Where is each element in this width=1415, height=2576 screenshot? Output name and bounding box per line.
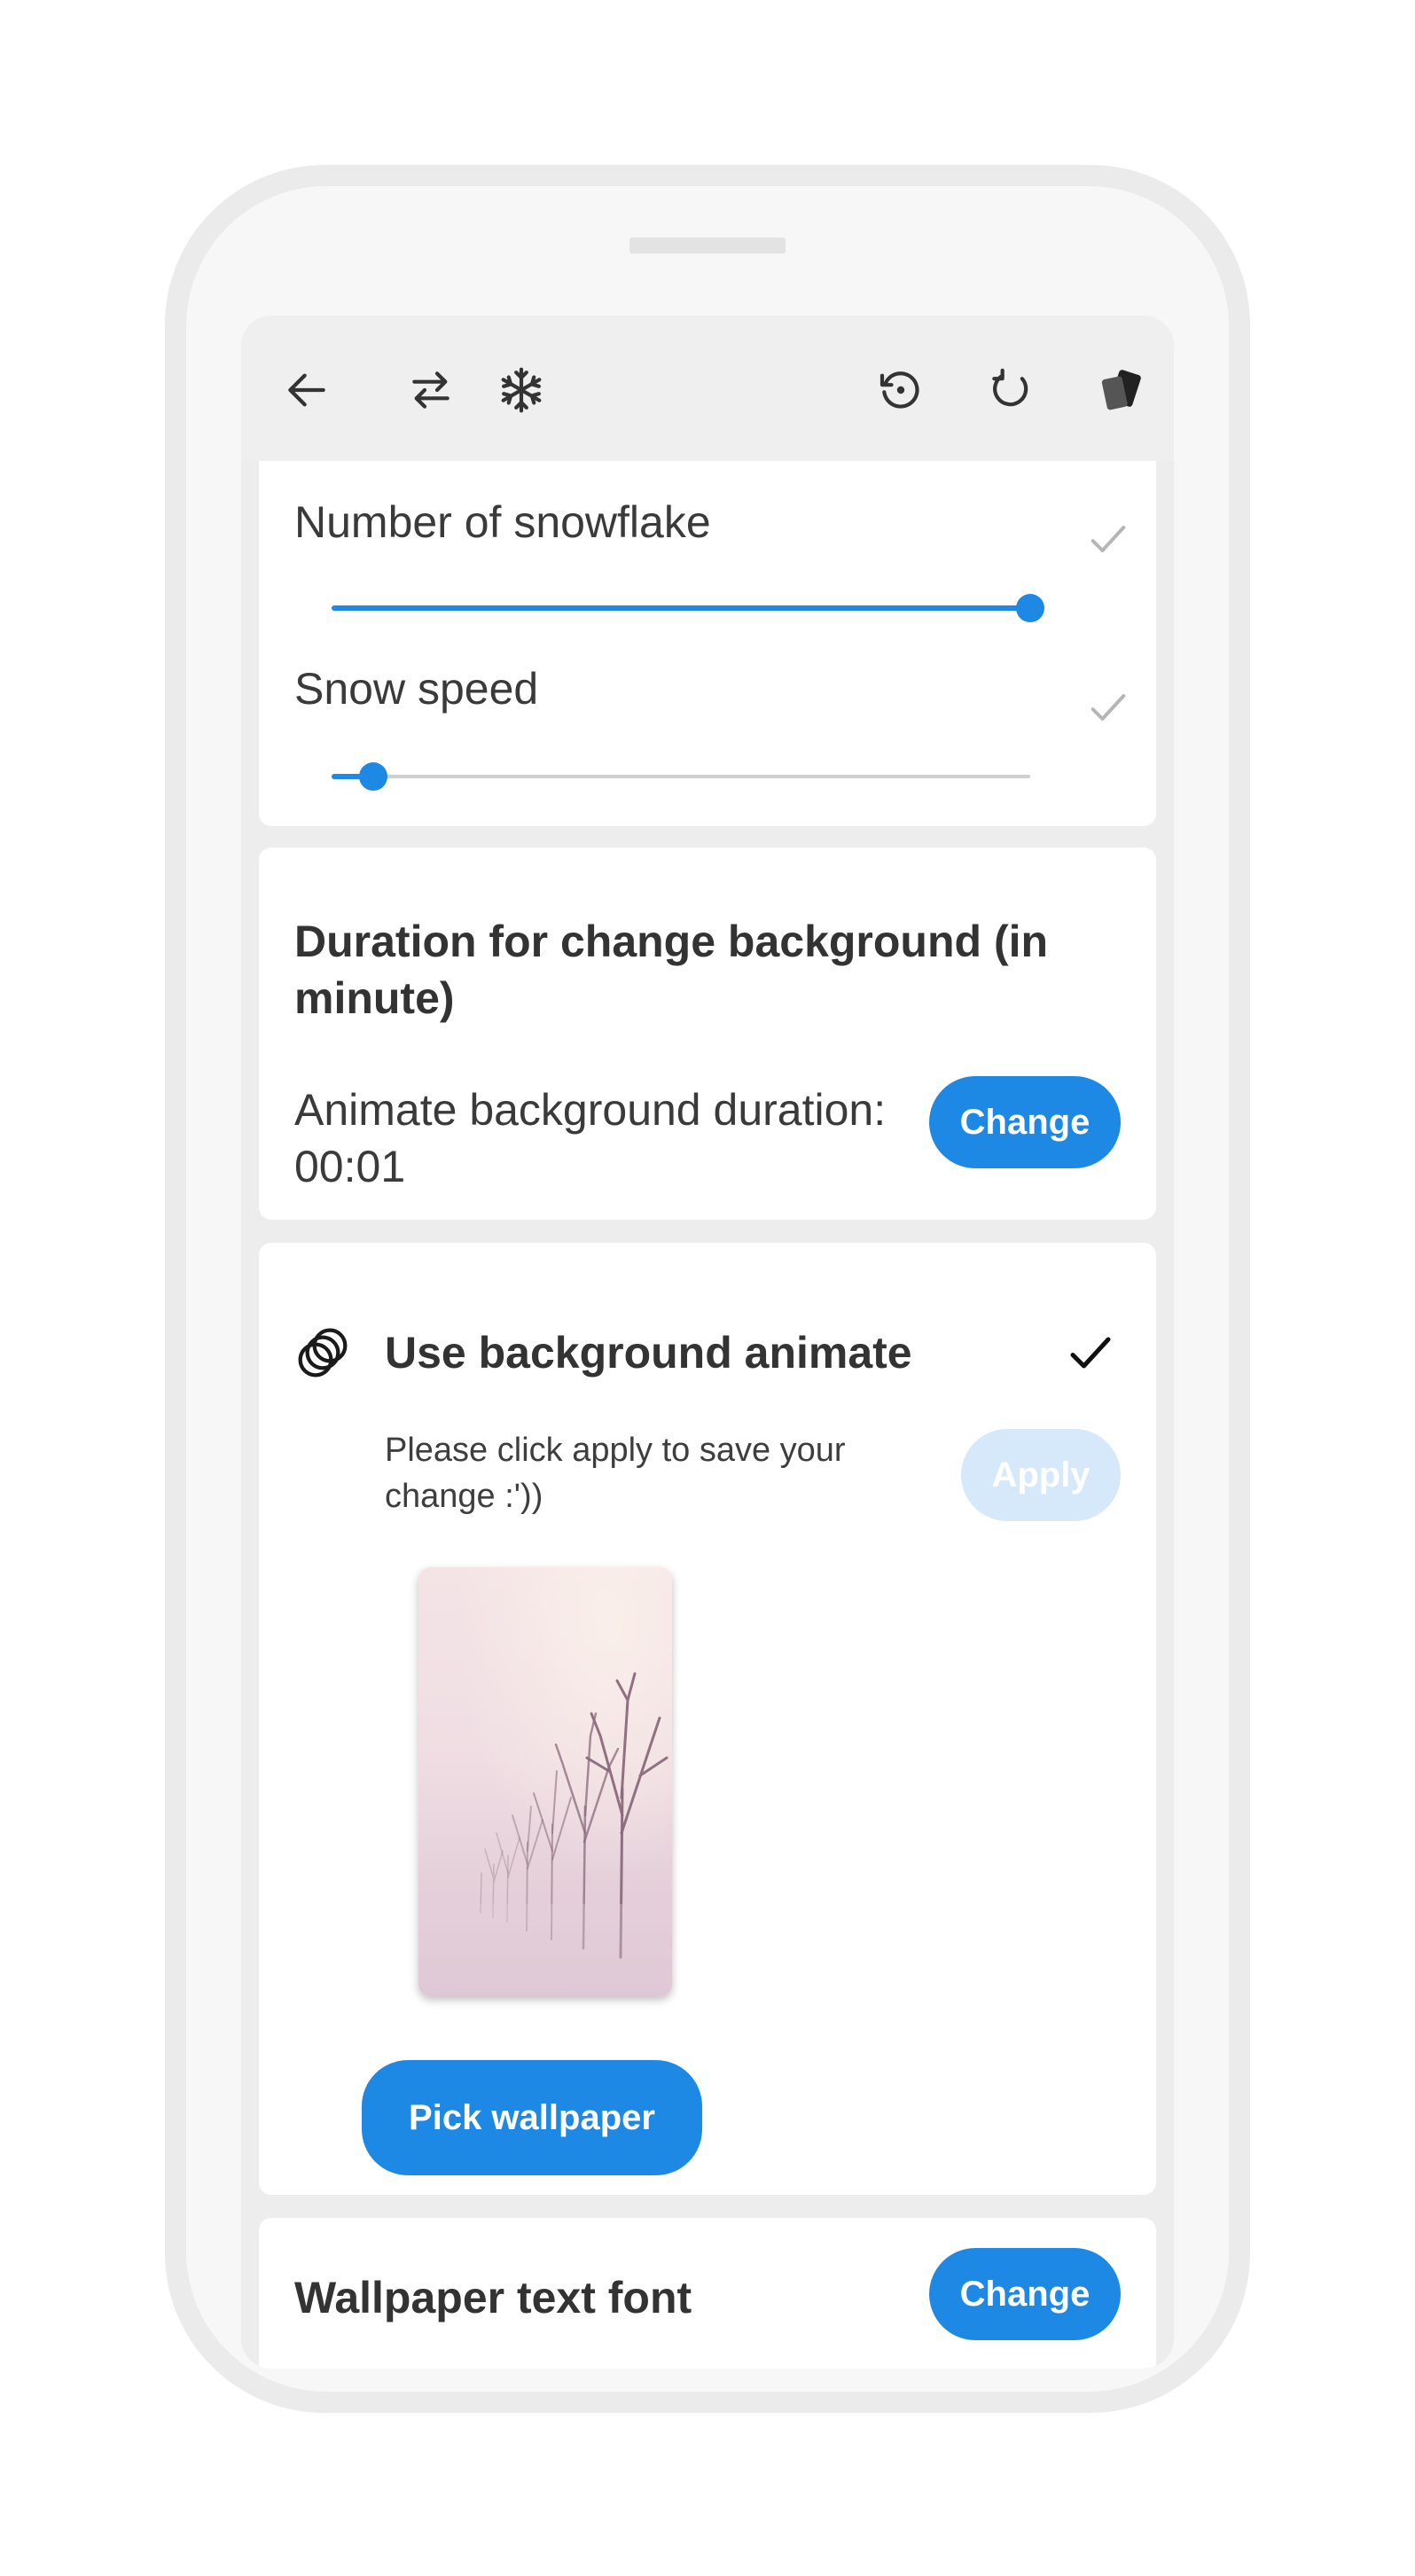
slider-track: [332, 775, 1030, 778]
pick-wallpaper-button[interactable]: Pick wallpaper: [362, 2060, 702, 2175]
settings-list: Number of snowflake Snow speed Duration …: [241, 461, 1174, 2369]
snow-speed-slider[interactable]: [332, 759, 1030, 794]
phone-speaker: [629, 238, 786, 254]
cards-icon[interactable]: [1092, 362, 1149, 418]
app-screen: Number of snowflake Snow speed Duration …: [241, 316, 1174, 2369]
change-font-button[interactable]: Change: [929, 2248, 1121, 2340]
apply-hint-text: Please click apply to save your change :…: [385, 1432, 846, 1515]
slider-fill: [332, 605, 1030, 611]
swap-icon[interactable]: [403, 362, 459, 418]
duration-description: Animate background duration: 00:01: [294, 1085, 887, 1191]
snowflake-count-label: Number of snowflake: [294, 497, 711, 547]
check-icon[interactable]: [1064, 1326, 1117, 1379]
animation-icon: [298, 1328, 348, 1378]
refresh-icon[interactable]: [982, 362, 1039, 418]
apply-button[interactable]: Apply: [961, 1429, 1121, 1521]
wallpaper-image: [418, 1567, 672, 1996]
duration-title: Duration for change background (in minut…: [294, 917, 1049, 1023]
wallpaper-preview[interactable]: [418, 1567, 672, 1996]
slider-thumb[interactable]: [1016, 594, 1044, 622]
background-animate-card: Use background animate Please click appl…: [259, 1243, 1156, 2195]
restore-icon[interactable]: [872, 362, 929, 418]
text-font-title: Wallpaper text font: [294, 2273, 692, 2322]
check-icon[interactable]: [1085, 684, 1131, 730]
text-font-card: Wallpaper text font Change: [259, 2218, 1156, 2369]
top-toolbar: [241, 316, 1174, 461]
snowflake-icon[interactable]: [493, 362, 550, 418]
snow-speed-label: Snow speed: [294, 664, 539, 714]
slider-thumb[interactable]: [359, 762, 388, 791]
app-screenshot: Number of snowflake Snow speed Duration …: [0, 0, 1415, 2576]
back-arrow-icon[interactable]: [278, 362, 335, 418]
snowflake-count-slider[interactable]: [332, 590, 1044, 626]
duration-card: Duration for change background (in minut…: [259, 847, 1156, 1220]
check-icon[interactable]: [1085, 516, 1131, 562]
snow-settings-card: Number of snowflake Snow speed: [259, 461, 1156, 826]
animate-title: Use background animate: [385, 1328, 912, 1378]
change-duration-button[interactable]: Change: [929, 1076, 1121, 1168]
